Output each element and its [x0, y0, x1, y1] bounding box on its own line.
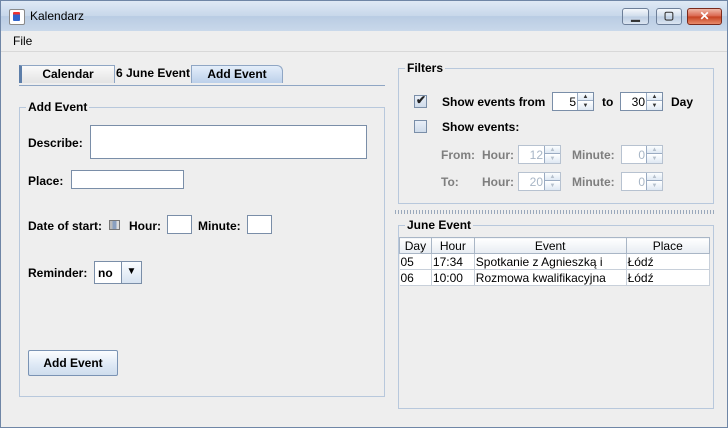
window-title: Kalendarz — [30, 9, 85, 23]
reminder-select[interactable]: no ▼ — [94, 261, 142, 284]
checkmark-icon: ✔ — [416, 93, 427, 107]
tab-june-event[interactable]: 6 June Event — [115, 65, 191, 83]
from-hour-value: 12 — [529, 148, 543, 162]
to-day-spinner[interactable]: 30 ▲ ▼ — [620, 92, 663, 111]
cell-event[interactable]: Rozmowa kwalifikacyjna — [474, 269, 627, 286]
spin-down-icon[interactable]: ▼ — [647, 182, 662, 190]
to-day-value: 30 — [631, 95, 645, 109]
show-events-from-label: Show events from — [442, 95, 546, 109]
filters-group-title: Filters — [405, 61, 446, 75]
from-hour-label: Hour: — [482, 148, 514, 162]
date-of-start-label: Date of start: — [28, 219, 103, 233]
place-input[interactable] — [71, 170, 184, 189]
place-label: Place: — [28, 174, 64, 188]
to-hour-label: Hour: — [482, 175, 514, 189]
column-header-place[interactable]: Place — [625, 237, 711, 254]
cell-day[interactable]: 06 — [399, 269, 432, 286]
table-row[interactable]: 06 10:00 Rozmowa kwalifikacyjna Łódź — [399, 269, 711, 286]
close-button[interactable]: ✕ — [687, 8, 722, 25]
describe-label: Describe: — [28, 136, 83, 150]
menu-file[interactable]: File — [13, 34, 32, 48]
june-event-group-title: June Event — [405, 218, 474, 232]
menu-bar: File — [1, 31, 727, 52]
spin-down-icon[interactable]: ▼ — [578, 102, 593, 110]
from-minute-label: Minute: — [572, 148, 615, 162]
reminder-label: Reminder: — [28, 266, 88, 280]
table-row[interactable]: 05 17:34 Spotkanie z Agnieszką i Łódź — [399, 253, 711, 270]
spin-down-icon[interactable]: ▼ — [647, 155, 662, 163]
to-minute-spinner[interactable]: 0 ▲ ▼ — [621, 172, 663, 191]
spin-down-icon[interactable]: ▼ — [545, 182, 560, 190]
to-hour-value: 20 — [529, 175, 543, 189]
from-hour-spinner[interactable]: 12 ▲ ▼ — [518, 145, 561, 164]
from-day-value: 5 — [569, 95, 576, 109]
app-window: Kalendarz ▁ ▢ ✕ File Calendar 6 June Eve… — [0, 0, 728, 428]
spin-up-icon[interactable]: ▲ — [647, 173, 662, 181]
events-table: Day Hour Event Place 05 17:34 Spotkanie … — [399, 237, 711, 286]
tab-add-event[interactable]: Add Event — [191, 65, 283, 83]
to-minute-label: Minute: — [572, 175, 615, 189]
tab-divider — [19, 85, 385, 86]
show-events-from-checkbox[interactable]: ✔ — [414, 93, 427, 108]
to-hour-spinner[interactable]: 20 ▲ ▼ — [518, 172, 561, 191]
minimize-icon: ▁ — [631, 10, 640, 22]
reminder-value: no — [98, 266, 113, 280]
spin-up-icon[interactable]: ▲ — [647, 93, 662, 101]
title-bar[interactable]: Kalendarz ▁ ▢ ✕ — [1, 1, 727, 31]
chevron-down-icon[interactable]: ▼ — [121, 262, 141, 283]
hour-label: Hour: — [129, 219, 161, 233]
from-minute-spinner[interactable]: 0 ▲ ▼ — [621, 145, 663, 164]
cell-hour[interactable]: 17:34 — [431, 253, 475, 270]
spin-down-icon[interactable]: ▼ — [545, 155, 560, 163]
calendar-picker-icon[interactable] — [109, 220, 120, 230]
cell-hour[interactable]: 10:00 — [431, 269, 475, 286]
column-header-hour[interactable]: Hour — [430, 237, 475, 254]
from-day-spinner[interactable]: 5 ▲ ▼ — [552, 92, 594, 111]
spin-up-icon[interactable]: ▲ — [578, 93, 593, 101]
cell-place[interactable]: Łódź — [626, 253, 711, 270]
add-event-group-title: Add Event — [26, 100, 90, 114]
split-pane-divider[interactable] — [395, 210, 715, 214]
table-header-row: Day Hour Event Place — [399, 237, 711, 254]
minute-label: Minute: — [198, 219, 241, 233]
from-label: From: — [441, 148, 475, 162]
column-header-event[interactable]: Event — [473, 237, 627, 254]
tab-calendar[interactable]: Calendar — [19, 65, 115, 83]
hour-input[interactable] — [167, 215, 192, 234]
close-icon: ✕ — [699, 9, 710, 23]
spin-up-icon[interactable]: ▲ — [545, 146, 560, 154]
maximize-button[interactable]: ▢ — [656, 8, 682, 25]
add-event-button[interactable]: Add Event — [28, 350, 118, 376]
spin-down-icon[interactable]: ▼ — [647, 102, 662, 110]
show-events-checkbox[interactable] — [414, 120, 427, 133]
from-minute-value: 0 — [638, 148, 645, 162]
minimize-button[interactable]: ▁ — [622, 8, 649, 25]
cell-event[interactable]: Spotkanie z Agnieszką i — [474, 253, 627, 270]
java-app-icon — [9, 9, 25, 25]
cell-day[interactable]: 05 — [399, 253, 432, 270]
to-row-label: To: — [441, 175, 459, 189]
maximize-icon: ▢ — [663, 10, 675, 22]
spin-up-icon[interactable]: ▲ — [647, 146, 662, 154]
to-label: to — [602, 95, 614, 109]
spin-up-icon[interactable]: ▲ — [545, 173, 560, 181]
to-minute-value: 0 — [638, 175, 645, 189]
describe-input[interactable] — [90, 125, 367, 159]
cell-place[interactable]: Łódź — [626, 269, 711, 286]
column-header-day[interactable]: Day — [399, 237, 432, 254]
show-events-label: Show events: — [442, 120, 520, 134]
day-label: Day — [671, 95, 694, 109]
minute-input[interactable] — [247, 215, 272, 234]
